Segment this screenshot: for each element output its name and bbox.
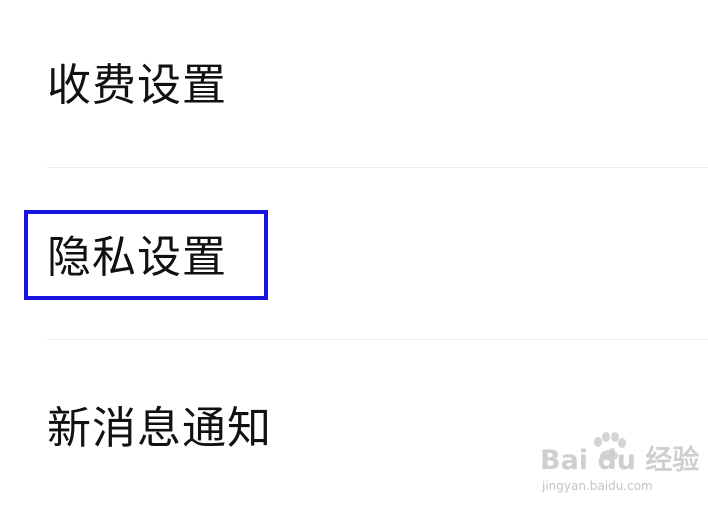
watermark-url: jingyan.baidu.com [542,479,653,493]
settings-item-label: 隐私设置 [47,232,227,283]
settings-item-fees[interactable]: 收费设置 [0,0,708,168]
baidu-jingyan-watermark: Bai du 经验 jingyan.baidu.com [540,432,699,498]
watermark-brand: Bai du 经验 [540,445,700,476]
settings-item-privacy[interactable]: 隐私设置 [0,168,708,339]
settings-item-label: 收费设置 [47,60,227,111]
settings-item-label: 新消息通知 [47,403,272,454]
